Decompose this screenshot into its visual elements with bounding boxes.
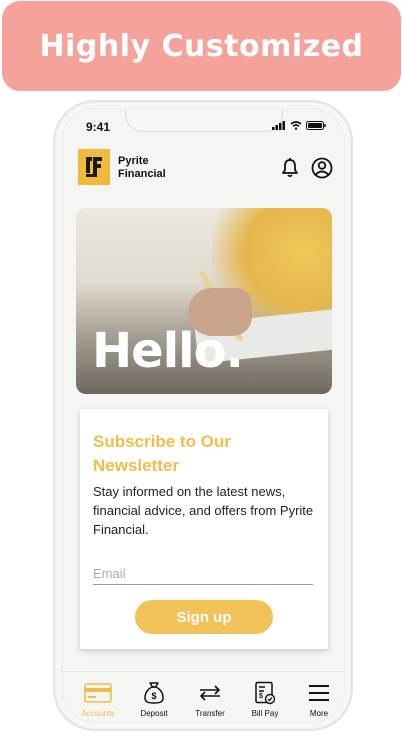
newsletter-title: Subscribe to Our Newsletter <box>93 432 231 475</box>
app-screen: 9:41 Pyrite Financial Hello. Subscribe t… <box>61 108 345 723</box>
newsletter-card: Subscribe to Our Newsletter Stay informe… <box>80 409 328 649</box>
email-field[interactable] <box>93 562 313 585</box>
hero-image: Hello. <box>76 208 332 394</box>
bottom-tab-bar: Accounts $ Deposit Transfer $ Bill Pay M… <box>62 671 344 722</box>
svg-text:$: $ <box>259 693 263 700</box>
tab-label-transfer: Transfer <box>195 709 225 718</box>
money-bag-icon: $ <box>144 682 164 704</box>
user-account-icon[interactable] <box>311 157 333 179</box>
tab-deposit[interactable]: $ Deposit <box>129 680 179 722</box>
tab-label-more: More <box>309 709 329 718</box>
tab-transfer[interactable]: Transfer <box>185 680 235 722</box>
newsletter-description: Stay informed on the latest news, financ… <box>93 484 314 537</box>
status-icons <box>272 121 326 130</box>
tab-accounts[interactable]: Accounts <box>73 680 123 722</box>
phone-notch <box>125 109 283 132</box>
signal-icon <box>272 121 285 130</box>
hero-greeting: Hello. <box>92 323 244 379</box>
transfer-arrows-icon <box>200 685 220 701</box>
promo-banner: Highly Customized <box>2 1 401 91</box>
sign-up-button[interactable]: Sign up <box>135 600 273 634</box>
tab-label-accounts: Accounts <box>81 709 115 718</box>
tab-label-deposit: Deposit <box>140 709 168 718</box>
brand-line-1: Pyrite <box>118 155 149 167</box>
bell-icon[interactable] <box>281 158 299 178</box>
brand-name: Pyrite Financial <box>118 155 166 181</box>
tab-label-bill-pay: Bill Pay <box>251 709 279 718</box>
svg-text:$: $ <box>151 691 156 701</box>
pyrite-logo[interactable] <box>78 149 110 185</box>
tab-bill-pay[interactable]: $ Bill Pay <box>240 680 290 722</box>
menu-icon <box>309 685 329 701</box>
banner-title: Highly Customized <box>39 28 364 64</box>
battery-icon <box>306 121 326 130</box>
wifi-icon <box>290 121 302 130</box>
brand-line-2: Financial <box>118 168 166 180</box>
tab-more[interactable]: More <box>294 680 344 722</box>
status-time: 9:41 <box>86 120 111 134</box>
logo-mark-icon <box>86 157 102 177</box>
card-icon <box>84 683 112 703</box>
bill-icon: $ <box>255 681 276 705</box>
